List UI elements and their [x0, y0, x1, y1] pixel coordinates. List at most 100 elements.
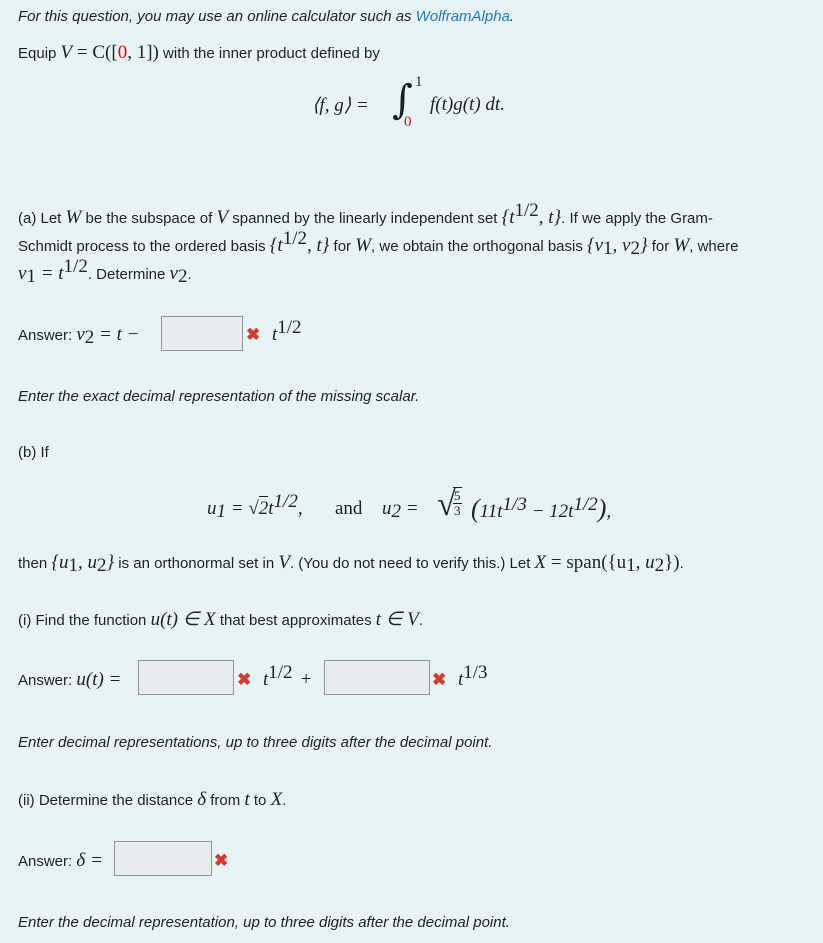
math-V: V [60, 42, 73, 63]
text: . Determine [87, 266, 170, 283]
text: . [282, 792, 287, 809]
math-basis: {v [587, 235, 604, 256]
math-u-eq: u(t) = [76, 669, 122, 690]
math-exp: 1/2 [268, 662, 293, 683]
paren-open: ( [471, 494, 480, 523]
text: . If we apply the Gram- [561, 210, 713, 227]
u1: u1 = √2t1/2, [207, 492, 303, 522]
math-exp: 1/2 [63, 256, 88, 277]
math-sub: 1 [216, 501, 227, 522]
math-eq: = [226, 498, 249, 519]
math-rest: , 1]) [127, 42, 159, 63]
math-exp: 1/2 [282, 228, 307, 249]
part-b-ii-answer-label: Answer: δ = [18, 850, 103, 872]
text: be the subspace of [81, 210, 217, 227]
text: . [187, 266, 192, 283]
math-exp: 1/2 [277, 317, 302, 338]
incorrect-icon: ✖ [214, 851, 229, 870]
math-exp: 1/3 [463, 662, 488, 683]
wolframalpha-link[interactable]: WolframAlpha [416, 8, 510, 25]
answer-label: Answer: [18, 672, 77, 689]
incorrect-icon: ✖ [432, 670, 447, 689]
text: that best approximates [215, 612, 376, 629]
math-W: W [355, 235, 372, 256]
math-V: V [216, 207, 229, 228]
integral-lower-limit: 0 [404, 114, 412, 130]
math-end: } [106, 552, 115, 573]
math-v: v [76, 324, 85, 345]
equip-prefix: Equip [18, 45, 61, 62]
math-exp: 1/2 [273, 491, 298, 512]
math-rest: = t − [94, 324, 140, 345]
integral-upper-limit: 1 [415, 74, 423, 90]
part-b-ii-distance-input[interactable] [114, 841, 212, 876]
text: to [249, 792, 271, 809]
math-basis-end: } [639, 235, 648, 256]
text: then [18, 555, 52, 572]
part-a-hint: Enter the exact decimal representation o… [18, 388, 420, 405]
part-a-line-1: (a) Let W be the subspace of V spanned b… [18, 201, 713, 229]
math-mid: , u [635, 552, 655, 573]
math-delta-eq: δ = [76, 850, 103, 871]
text: (ii) Determine the distance [18, 792, 198, 809]
integrand: f(t)g(t) dt. [430, 94, 505, 115]
u2-expression: (11t1/3 − 12t1/2), [471, 494, 611, 524]
u2: u2 = [382, 498, 419, 522]
part-b-i-coefficient-2-input[interactable] [324, 660, 430, 695]
part-b-i-coefficient-1-input[interactable] [138, 660, 234, 695]
text: Schmidt process to the ordered basis [18, 238, 270, 255]
sqrt-content: 2 [258, 496, 269, 519]
math-u: u(t) ∈ X [150, 609, 216, 630]
math-W: W [673, 235, 690, 256]
frac-den: 3 [454, 502, 461, 518]
math-span: = span({u [546, 552, 627, 573]
math-V: V [278, 552, 290, 573]
math-sub: 2 [630, 238, 640, 259]
math-set-end: , t} [306, 235, 330, 256]
math-mid: , u [77, 552, 97, 573]
math-delta: δ [197, 789, 207, 810]
text: , we obtain the orthogonal basis [371, 238, 588, 255]
part-a-scalar-input[interactable] [161, 316, 243, 351]
incorrect-icon: ✖ [246, 325, 261, 344]
math-u: u [207, 498, 217, 519]
text: . [679, 555, 684, 572]
math-exp: 1/2 [514, 200, 539, 221]
math-t: t ∈ V [375, 609, 419, 630]
text: is an orthonormal set in [114, 555, 279, 572]
math-set: {t [269, 235, 283, 256]
math-W: W [65, 207, 82, 228]
text: for [647, 238, 674, 255]
text: spanned by the linearly independent set [228, 210, 502, 227]
math-exp: 1/3 [502, 494, 527, 515]
math-sub: 2 [391, 501, 402, 522]
part-b-ii-question: (ii) Determine the distance δ from t to … [18, 789, 286, 811]
text: for [329, 238, 356, 255]
orthonormal-statement: then {u1, u2} is an orthonormal set in V… [18, 552, 684, 576]
math-set-end: , t} [538, 207, 562, 228]
math-set: {t [501, 207, 515, 228]
part-a-line-2: Schmidt process to the ordered basis {t1… [18, 229, 738, 259]
math-comma: , [297, 498, 303, 519]
math-comma: , [606, 501, 612, 522]
part-a-answer-label: Answer: v2 = t − [18, 324, 140, 347]
plus-sign: + [300, 669, 312, 690]
equip-statement: Equip V = C([0, 1]) with the inner produ… [18, 42, 380, 64]
math-close: }) [664, 552, 680, 573]
math-eq: = C([ [72, 42, 118, 63]
text: (i) Find the function [18, 612, 151, 629]
text: from [206, 792, 245, 809]
math-sub: 2 [654, 555, 665, 576]
incorrect-icon: ✖ [237, 670, 252, 689]
sqrt-sign: √ [248, 498, 259, 519]
part-b-i-hint: Enter decimal representations, up to thr… [18, 734, 493, 751]
answer-label: Answer: [18, 327, 77, 344]
part-b-i-question: (i) Find the function u(t) ∈ X that best… [18, 608, 423, 631]
math-sub: 1 [68, 555, 78, 576]
math-basis-mid: , v [612, 235, 631, 256]
term2: 12t [549, 501, 574, 522]
equip-suffix: with the inner product defined by [158, 45, 380, 62]
term2-suffix: t1/3 [458, 663, 488, 691]
calculator-note-text: For this question, you may use an online… [18, 8, 416, 25]
answer-label: Answer: [18, 853, 77, 870]
